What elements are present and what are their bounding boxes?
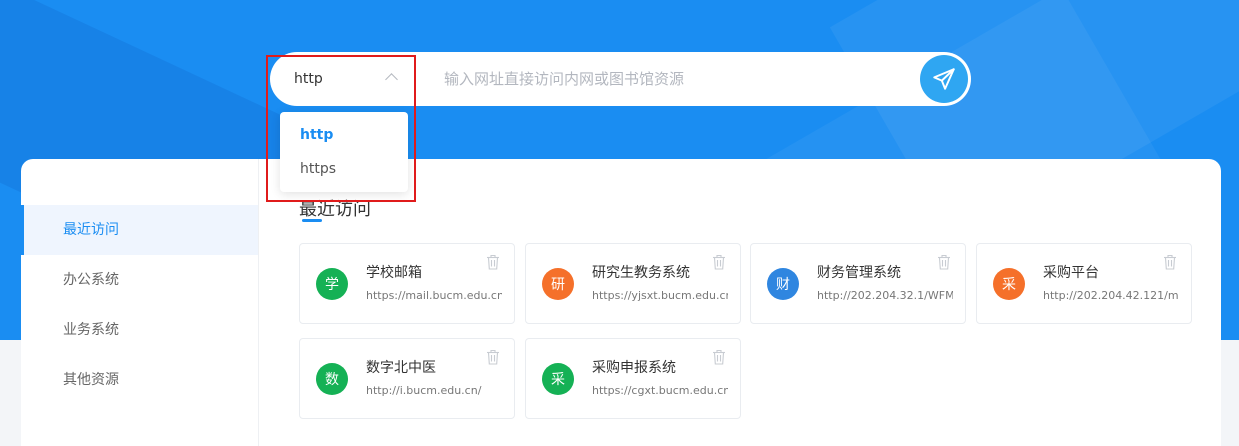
app-badge: 采 [542, 363, 574, 395]
paper-plane-icon [933, 68, 955, 90]
chevron-up-icon [385, 73, 398, 86]
trash-icon[interactable] [486, 349, 500, 365]
app-badge: 数 [316, 363, 348, 395]
app-badge: 财 [767, 268, 799, 300]
app-name: 研究生教务系统 [592, 265, 690, 281]
trash-icon[interactable] [712, 254, 726, 270]
trash-icon[interactable] [1163, 254, 1177, 270]
section-title: 最近访问 [299, 199, 371, 220]
app-name: 采购申报系统 [592, 360, 676, 376]
protocol-value: http [294, 71, 323, 87]
protocol-select[interactable]: http [270, 52, 410, 106]
title-underline [302, 219, 322, 222]
app-name: 财务管理系统 [817, 265, 901, 281]
app-name: 采购平台 [1043, 265, 1099, 281]
app-url: https://cgxt.bucm.edu.cn/ [592, 384, 728, 397]
app-card[interactable]: 学 学校邮箱 https://mail.bucm.edu.cn/ [299, 243, 515, 324]
app-card[interactable]: 财 财务管理系统 http://202.204.32.1/WFManager [750, 243, 966, 324]
search-bar: http [270, 52, 971, 106]
app-url: https://mail.bucm.edu.cn/ [366, 289, 502, 302]
sidebar-item-other[interactable]: 其他资源 [21, 355, 258, 405]
send-button[interactable] [920, 55, 968, 103]
main-panel: 最近访问 办公系统 业务系统 其他资源 最近访问 学 学校邮箱 https://ma… [21, 159, 1221, 446]
app-card[interactable]: 研 研究生教务系统 https://yjsxt.bucm.edu.cn/ [525, 243, 741, 324]
trash-icon[interactable] [937, 254, 951, 270]
protocol-dropdown: http https [280, 112, 408, 192]
app-url: http://202.204.32.1/WFManager [817, 289, 953, 302]
app-card[interactable]: 采 采购平台 http://202.204.42.121/mall [976, 243, 1192, 324]
app-badge: 研 [542, 268, 574, 300]
app-badge: 学 [316, 268, 348, 300]
app-card[interactable]: 数 数字北中医 http://i.bucm.edu.cn/ [299, 338, 515, 419]
trash-icon[interactable] [486, 254, 500, 270]
app-badge: 采 [993, 268, 1025, 300]
app-card[interactable]: 采 采购申报系统 https://cgxt.bucm.edu.cn/ [525, 338, 741, 419]
app-url: http://202.204.42.121/mall [1043, 289, 1179, 302]
app-name: 数字北中医 [366, 360, 436, 376]
app-url: http://i.bucm.edu.cn/ [366, 384, 482, 397]
protocol-option-https[interactable]: https [280, 152, 408, 186]
sidebar-item-business[interactable]: 业务系统 [21, 305, 258, 355]
protocol-option-http[interactable]: http [280, 118, 408, 152]
sidebar-item-office[interactable]: 办公系统 [21, 255, 258, 305]
app-name: 学校邮箱 [366, 265, 422, 281]
url-input[interactable] [444, 65, 904, 93]
trash-icon[interactable] [712, 349, 726, 365]
sidebar-item-recent[interactable]: 最近访问 [21, 205, 258, 255]
app-url: https://yjsxt.bucm.edu.cn/ [592, 289, 728, 302]
sidebar: 最近访问 办公系统 业务系统 其他资源 [21, 159, 259, 446]
